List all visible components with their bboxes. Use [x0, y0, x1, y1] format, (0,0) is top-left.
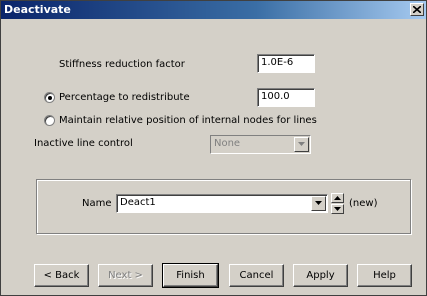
stiffness-label: Stiffness reduction factor [59, 59, 185, 70]
name-label: Name [82, 198, 112, 209]
radio-selected-dot [48, 96, 52, 100]
apply-button[interactable]: Apply [293, 264, 348, 287]
back-button[interactable]: < Back [34, 264, 89, 287]
spin-down-button[interactable] [331, 204, 344, 214]
window-title: Deactivate [4, 3, 71, 16]
finish-button[interactable]: Finish [162, 263, 219, 288]
percentage-label: Percentage to redistribute [59, 92, 190, 103]
inactive-line-select: None [210, 135, 311, 154]
title-bar[interactable]: Deactivate [1, 1, 426, 19]
inactive-line-value: None [214, 138, 241, 149]
close-icon [413, 6, 421, 13]
arrow-down-icon [334, 207, 341, 211]
next-button[interactable]: Next > [98, 264, 153, 287]
name-combo[interactable]: Deact1 [116, 194, 328, 213]
inactive-dropdown-button [294, 137, 309, 152]
arrow-up-icon [334, 196, 341, 200]
maintain-radio[interactable] [44, 115, 55, 126]
chevron-down-icon [315, 201, 322, 205]
percentage-input[interactable]: 100.0 [257, 88, 315, 107]
close-button[interactable] [410, 3, 424, 16]
inactive-line-label: Inactive line control [34, 138, 133, 149]
maintain-label: Maintain relative position of internal n… [59, 115, 317, 126]
deactivate-dialog: Deactivate Stiffness reduction factor 1.… [0, 0, 427, 296]
name-spinner[interactable] [331, 193, 344, 214]
chevron-down-icon [298, 142, 305, 146]
percentage-radio[interactable] [44, 92, 55, 103]
name-value: Deact1 [120, 197, 156, 208]
stiffness-input[interactable]: 1.0E-6 [257, 54, 315, 73]
cancel-button[interactable]: Cancel [229, 264, 284, 287]
help-button[interactable]: Help [357, 264, 412, 287]
spin-up-button[interactable] [331, 193, 344, 203]
name-status: (new) [349, 198, 378, 209]
name-dropdown-button[interactable] [311, 196, 326, 211]
